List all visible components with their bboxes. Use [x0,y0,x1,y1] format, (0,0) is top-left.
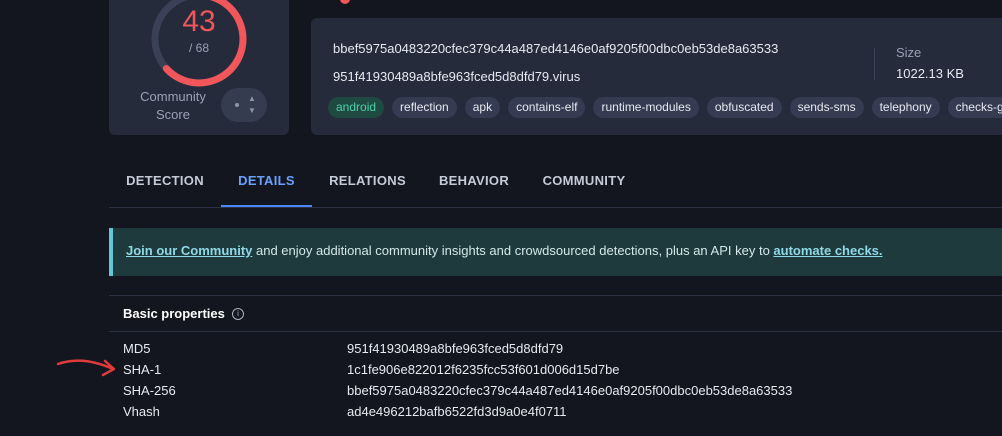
banner-text: Join our Community and enjoy additional … [126,243,883,258]
score-card: 43 / 68 Community Score ▲ ▼ [109,0,289,135]
tag-obfuscated[interactable]: obfuscated [706,97,782,118]
property-key: SHA-256 [123,383,176,398]
vote-dot-icon [235,103,239,107]
property-value: bbef5975a0483220cfec379c44a487ed4146e0af… [347,383,793,398]
tab-details[interactable]: DETAILS [221,160,312,207]
info-icon[interactable]: i [232,308,244,320]
tab-relations[interactable]: RELATIONS [312,160,423,205]
property-key: SHA-1 [123,362,162,377]
basic-properties-panel: Basic properties i MD5 951f41930489a8bfe… [109,295,1002,436]
tab-detection[interactable]: DETECTION [109,160,221,205]
engine-total: / 68 [188,41,209,55]
tag-android[interactable]: android [328,97,385,118]
tag-checks-gps[interactable]: checks-gps [947,97,1002,118]
tab-community[interactable]: COMMUNITY [525,160,643,205]
tab-behavior[interactable]: BEHAVIOR [423,160,525,205]
tag-list: android reflection apk contains-elf runt… [328,97,1002,118]
property-value: ad4e496212bafb6522fd3d9a0e4f0711 [347,404,567,419]
property-key: MD5 [123,341,151,356]
tag-sends-sms[interactable]: sends-sms [789,97,864,118]
size-value: 1022.13 KB [896,66,964,81]
community-banner: Join our Community and enjoy additional … [109,228,1002,276]
file-name: 951f41930489a8bfe963fced5d8dfd79.virus [333,69,581,84]
file-sha256: bbef5975a0483220cfec379c44a487ed4146e0af… [333,41,779,56]
property-key: Vhash [123,404,160,419]
automate-checks-link[interactable]: automate checks. [773,243,882,258]
divider [109,331,1002,332]
tag-telephony[interactable]: telephony [871,97,940,118]
detection-count: 43 [182,5,216,38]
community-score-label: Community Score [140,89,206,122]
property-value: 951f41930489a8bfe963fced5d8dfd79 [347,341,564,356]
file-summary-card: bbef5975a0483220cfec379c44a487ed4146e0af… [311,18,1002,135]
annotation-arrow-icon [56,359,116,377]
banner-message: and enjoy additional community insights … [252,243,774,258]
upvote-icon[interactable]: ▲ [248,94,256,103]
tag-contains-elf[interactable]: contains-elf [508,97,586,118]
report-tabs: DETECTION DETAILS RELATIONS BEHAVIOR COM… [109,160,1002,208]
community-vote-control[interactable]: ▲ ▼ [221,88,267,122]
tag-reflection[interactable]: reflection [392,97,457,118]
tag-runtime-modules[interactable]: runtime-modules [593,97,699,118]
size-label: Size [896,45,922,60]
alert-dot-icon [340,0,350,4]
property-value: 1c1fe906e822012f6235fcc53f601d006d15d7be [347,362,620,377]
divider [874,48,875,80]
tag-apk[interactable]: apk [464,97,501,118]
join-community-link[interactable]: Join our Community [126,243,252,258]
detection-gauge: 43 / 68 [148,0,250,90]
section-title: Basic properties [123,306,225,321]
downvote-icon[interactable]: ▼ [248,106,256,115]
